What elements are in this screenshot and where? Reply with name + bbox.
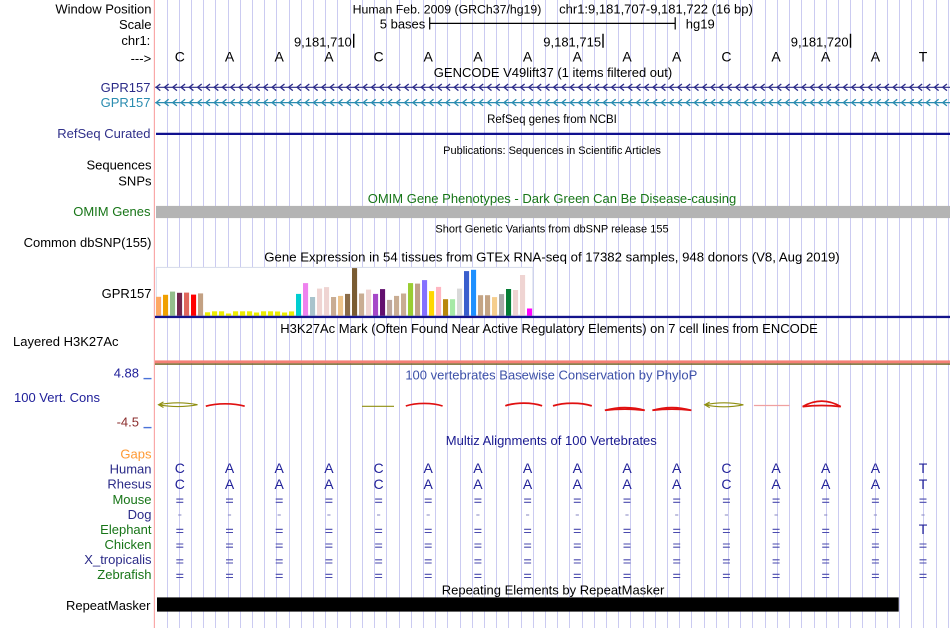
svg-text:9,181,720: 9,181,720: [791, 34, 849, 49]
svg-text:100 Vert. Cons: 100 Vert. Cons: [14, 390, 100, 405]
svg-text:A: A: [821, 48, 831, 64]
svg-text:A: A: [622, 48, 632, 64]
svg-text:T: T: [919, 521, 928, 537]
svg-text:Layered H3K27Ac: Layered H3K27Ac: [13, 334, 119, 349]
svg-text:H3K27Ac Mark (Often Found Near: H3K27Ac Mark (Often Found Near Active Re…: [280, 321, 818, 336]
svg-text:Human Feb. 2009 (GRCh37/hg19): Human Feb. 2009 (GRCh37/hg19): [353, 2, 542, 16]
svg-text:A: A: [821, 460, 831, 476]
svg-text:T: T: [919, 476, 928, 492]
svg-text:Rhesus: Rhesus: [107, 477, 152, 492]
svg-text:Scale: Scale: [119, 17, 152, 32]
svg-text:A: A: [771, 460, 781, 476]
svg-text:A: A: [473, 460, 483, 476]
svg-text:SNPs: SNPs: [118, 173, 152, 188]
svg-text:5 bases: 5 bases: [380, 17, 426, 32]
svg-text:C: C: [721, 476, 731, 492]
svg-text:chr1:: chr1:: [121, 33, 150, 48]
svg-text:A: A: [275, 476, 285, 492]
svg-text:A: A: [523, 48, 533, 64]
svg-text:C: C: [374, 476, 384, 492]
svg-text:Short Genetic Variants from db: Short Genetic Variants from dbSNP releas…: [435, 224, 668, 236]
svg-text:4.88: 4.88: [114, 365, 139, 380]
svg-text:A: A: [871, 48, 881, 64]
svg-text:GPR157: GPR157: [102, 286, 152, 301]
svg-text:Gaps: Gaps: [120, 447, 152, 462]
svg-text:C: C: [374, 460, 384, 476]
svg-text:A: A: [225, 460, 235, 476]
svg-text:Human: Human: [110, 462, 152, 477]
svg-text:A: A: [324, 460, 334, 476]
svg-text:OMIM Gene Phenotypes - Dark Gr: OMIM Gene Phenotypes - Dark Green Can Be…: [368, 191, 737, 206]
svg-text:A: A: [573, 476, 583, 492]
svg-text:A: A: [672, 48, 682, 64]
svg-text:A: A: [523, 460, 533, 476]
svg-text:-4.5: -4.5: [117, 414, 139, 429]
svg-text:hg19: hg19: [686, 17, 715, 32]
svg-text:Chicken: Chicken: [105, 537, 152, 552]
svg-text:RefSeq Curated: RefSeq Curated: [57, 126, 150, 141]
svg-text:A: A: [275, 48, 285, 64]
svg-text:A: A: [672, 476, 682, 492]
svg-text:Multiz Alignments of 100 Verte: Multiz Alignments of 100 Vertebrates: [446, 433, 658, 448]
svg-text:Elephant: Elephant: [100, 522, 152, 537]
svg-text:C: C: [175, 460, 185, 476]
svg-text:Repeating Elements by RepeatMa: Repeating Elements by RepeatMasker: [442, 583, 665, 598]
svg-text:A: A: [225, 476, 235, 492]
svg-text:A: A: [871, 460, 881, 476]
svg-text:--->: --->: [131, 51, 152, 66]
svg-text:A: A: [573, 460, 583, 476]
svg-text:T: T: [919, 48, 928, 64]
svg-text:Publications: Sequences in Sci: Publications: Sequences in Scientific Ar…: [443, 145, 661, 157]
svg-text:Zebrafish: Zebrafish: [97, 567, 151, 582]
svg-text:GENCODE V49lift37 (1 items fil: GENCODE V49lift37 (1 items filtered out): [434, 65, 672, 80]
svg-text:A: A: [473, 476, 483, 492]
svg-text:RepeatMasker: RepeatMasker: [66, 598, 151, 613]
svg-text:Common dbSNP(155): Common dbSNP(155): [24, 235, 152, 250]
svg-text:A: A: [473, 48, 483, 64]
svg-text:A: A: [771, 476, 781, 492]
svg-text:RefSeq genes from NCBI: RefSeq genes from NCBI: [487, 114, 617, 126]
svg-text:9,181,710: 9,181,710: [294, 34, 352, 49]
svg-text:A: A: [424, 476, 434, 492]
svg-text:X_tropicalis: X_tropicalis: [84, 552, 152, 567]
svg-text:A: A: [871, 476, 881, 492]
svg-text:Dog: Dog: [128, 507, 152, 522]
svg-text:C: C: [175, 476, 185, 492]
svg-text:100 vertebrates Basewise Conse: 100 vertebrates Basewise Conservation by…: [405, 368, 697, 383]
svg-text:C: C: [374, 48, 384, 64]
svg-text:A: A: [523, 476, 533, 492]
svg-text:T: T: [919, 460, 928, 476]
svg-text:A: A: [573, 48, 583, 64]
svg-text:C: C: [175, 48, 185, 64]
svg-text:Window Position: Window Position: [55, 1, 151, 16]
svg-text:C: C: [721, 48, 731, 64]
svg-text:A: A: [622, 476, 632, 492]
svg-text:A: A: [275, 460, 285, 476]
svg-text:A: A: [771, 48, 781, 64]
svg-text:A: A: [821, 476, 831, 492]
svg-text:A: A: [424, 460, 434, 476]
svg-text:Sequences: Sequences: [86, 157, 152, 172]
svg-text:A: A: [324, 476, 334, 492]
svg-text:GPR157: GPR157: [101, 95, 151, 110]
svg-text:chr1:9,181,707-9,181,722 (16 b: chr1:9,181,707-9,181,722 (16 bp): [559, 1, 753, 16]
svg-text:A: A: [424, 48, 434, 64]
svg-text:GPR157: GPR157: [101, 80, 151, 95]
svg-text:Mouse: Mouse: [112, 492, 151, 507]
svg-text:A: A: [225, 48, 235, 64]
svg-text:A: A: [672, 460, 682, 476]
svg-text:A: A: [324, 48, 334, 64]
svg-text:9,181,715: 9,181,715: [543, 34, 601, 49]
svg-text:A: A: [622, 460, 632, 476]
svg-text:OMIM Genes: OMIM Genes: [73, 204, 151, 219]
svg-text:C: C: [721, 460, 731, 476]
svg-text:Gene Expression in 54 tissues: Gene Expression in 54 tissues from GTEx …: [264, 250, 839, 265]
